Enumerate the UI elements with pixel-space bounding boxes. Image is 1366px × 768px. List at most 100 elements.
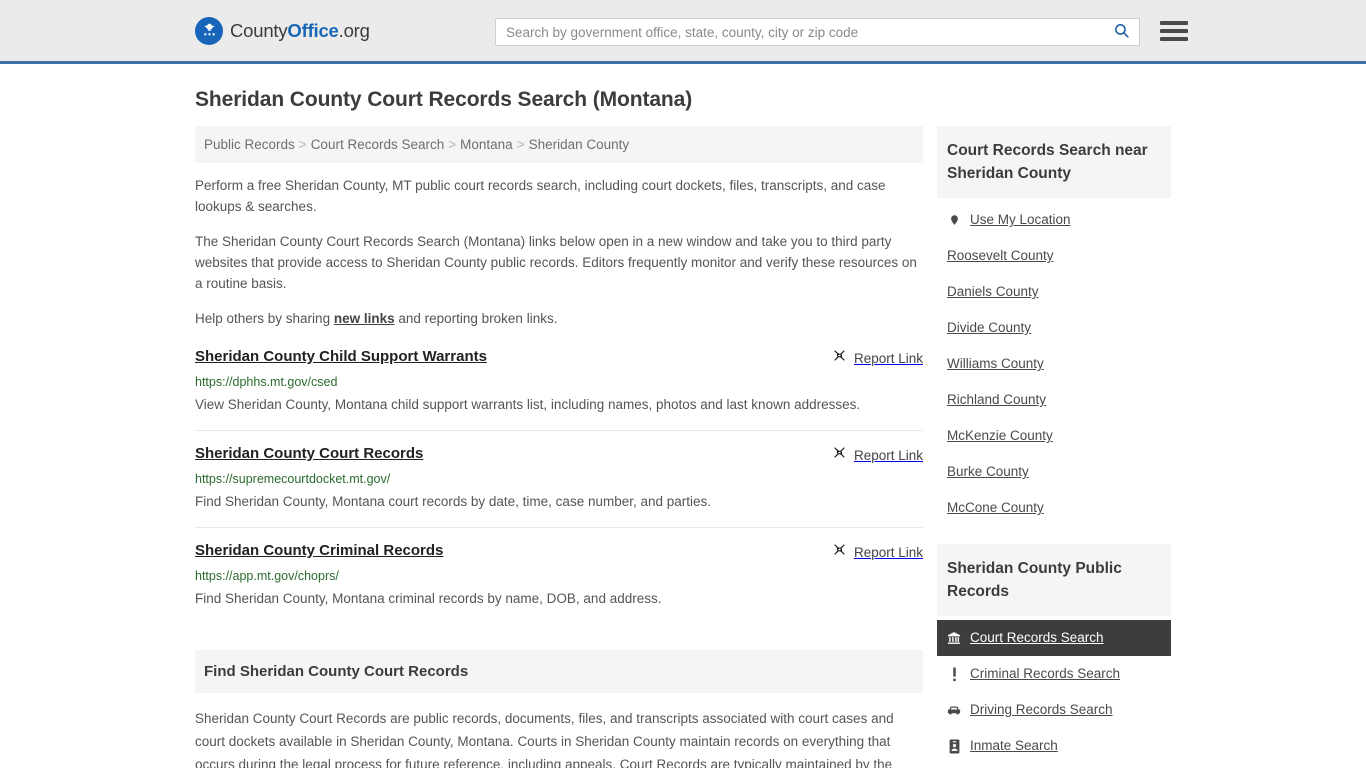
result-description: View Sheridan County, Montana child supp… <box>195 397 861 412</box>
search-icon <box>1113 22 1130 42</box>
public-records-list: Court Records Search Criminal Records Se… <box>937 616 1171 768</box>
intro-paragraph-3: Help others by sharing new links and rep… <box>195 308 923 329</box>
nearby-searches-heading: Court Records Search near Sheridan Count… <box>937 126 1171 198</box>
intro-paragraph-3-before: Help others by sharing <box>195 311 334 326</box>
result-item: Sheridan County Child Support Warrants R… <box>195 347 923 431</box>
sidebar: Court Records Search near Sheridan Count… <box>937 126 1171 768</box>
result-header: Sheridan County Child Support Warrants R… <box>195 347 923 368</box>
sidebar-item-label: Inmate Search <box>970 738 1058 753</box>
report-link-button[interactable]: Report Link <box>832 347 923 368</box>
result-url[interactable]: https://dphhs.mt.gov/csed <box>195 375 923 390</box>
site-logo-text: CountyOffice.org <box>230 20 370 42</box>
sidebar-item-label: McKenzie County <box>947 428 1053 443</box>
search-input[interactable] <box>496 19 1103 45</box>
menu-bar-1 <box>1160 21 1188 25</box>
breadcrumb-item-montana[interactable]: Montana <box>460 137 513 152</box>
sidebar-item-driving-records-search[interactable]: Driving Records Search <box>937 692 1171 728</box>
new-links-link[interactable]: new links <box>334 311 395 326</box>
result-url[interactable]: https://supremecourtdocket.mt.gov/ <box>195 472 923 487</box>
broken-link-icon <box>832 445 847 465</box>
result-title-link[interactable]: Sheridan County Court Records <box>195 444 423 463</box>
sidebar-item-label: Driving Records Search <box>970 702 1113 717</box>
public-records-heading: Sheridan County Public Records <box>937 544 1171 616</box>
sidebar-item-inmate-search[interactable]: Inmate Search <box>937 728 1171 764</box>
report-link-label: Report Link <box>853 447 923 463</box>
sidebar-item-richland-county[interactable]: Richland County <box>937 382 1171 418</box>
sidebar-item-criminal-records-search[interactable]: Criminal Records Search <box>937 656 1171 692</box>
result-url[interactable]: https://app.mt.gov/choprs/ <box>195 569 923 584</box>
sidebar-item-label: Burke County <box>947 464 1029 479</box>
main-column: Public Records > Court Records Search > Mont… <box>195 126 923 768</box>
intro-paragraph-2: The Sheridan County Court Records Search… <box>195 234 917 291</box>
car-icon <box>947 705 961 716</box>
site-header: CountyOffice.org <box>0 0 1366 64</box>
result-description: Find Sheridan County, Montana criminal r… <box>195 591 662 606</box>
id-badge-icon <box>947 739 961 754</box>
site-logo[interactable]: CountyOffice.org <box>195 16 370 45</box>
report-link-label: Report Link <box>853 544 923 560</box>
page-container: Sheridan County Court Records Search (Mo… <box>0 88 1366 768</box>
sidebar-item-mckenzie-county[interactable]: McKenzie County <box>937 418 1171 454</box>
breadcrumb-separator: > <box>448 137 457 152</box>
courthouse-icon <box>947 631 961 645</box>
result-item: Sheridan County Criminal Records Report … <box>195 541 923 624</box>
breadcrumb: Public Records > Court Records Search > Mont… <box>195 126 923 163</box>
intro-text: Perform a free Sheridan County, MT publi… <box>195 175 923 329</box>
sidebar-item-label: Use My Location <box>970 212 1071 227</box>
public-records-box: Sheridan County Public Records Court Rec… <box>937 544 1171 768</box>
report-link-button[interactable]: Report Link <box>832 541 923 562</box>
sidebar-item-label: Divide County <box>947 320 1032 335</box>
logo-text-org: .org <box>338 19 370 41</box>
intro-paragraph-1: Perform a free Sheridan County, MT publi… <box>195 178 886 214</box>
breadcrumb-separator: > <box>298 137 307 152</box>
result-title-link[interactable]: Sheridan County Criminal Records <box>195 541 443 560</box>
sidebar-item-label: Criminal Records Search <box>970 666 1121 681</box>
results-list: Sheridan County Child Support Warrants R… <box>195 347 923 624</box>
sidebar-item-label: Court Records Search <box>970 630 1104 645</box>
menu-bar-3 <box>1160 37 1188 41</box>
sidebar-item-divide-county[interactable]: Divide County <box>937 310 1171 346</box>
menu-bar-2 <box>1160 29 1188 33</box>
sidebar-item-label: Richland County <box>947 392 1047 407</box>
eagle-emblem-icon <box>195 16 223 45</box>
sidebar-item-label: Daniels County <box>947 284 1039 299</box>
result-description: Find Sheridan County, Montana court reco… <box>195 494 712 509</box>
report-link-button[interactable]: Report Link <box>832 444 923 465</box>
search-button[interactable] <box>1103 19 1139 45</box>
sidebar-item-label: McCone County <box>947 500 1044 515</box>
broken-link-icon <box>832 348 847 368</box>
sidebar-item-daniels-county[interactable]: Daniels County <box>937 274 1171 310</box>
result-header: Sheridan County Criminal Records Report … <box>195 541 923 562</box>
logo-text-office: Office <box>287 19 339 41</box>
logo-text-county: County <box>230 19 288 41</box>
breadcrumb-item-public-records[interactable]: Public Records <box>204 137 295 152</box>
find-records-heading: Find Sheridan County Court Records <box>195 650 923 693</box>
sidebar-item-burke-county[interactable]: Burke County <box>937 454 1171 490</box>
sidebar-item-mccone-county[interactable]: McCone County <box>937 490 1171 526</box>
result-item: Sheridan County Court Records Report Lin… <box>195 444 923 528</box>
hamburger-menu-icon[interactable] <box>1160 18 1188 44</box>
location-pin-icon <box>947 213 961 227</box>
report-link-label: Report Link <box>853 350 923 366</box>
content-row: Public Records > Court Records Search > Mont… <box>195 126 1171 768</box>
sidebar-item-label: Williams County <box>947 356 1044 371</box>
sidebar-item-court-records-search[interactable]: Court Records Search <box>937 620 1171 656</box>
result-header: Sheridan County Court Records Report Lin… <box>195 444 923 465</box>
sidebar-item-williams-county[interactable]: Williams County <box>937 346 1171 382</box>
search-bar <box>495 18 1140 46</box>
nearby-searches-list: Use My Location Roosevelt County Daniels… <box>937 198 1171 526</box>
sidebar-item-label: Roosevelt County <box>947 248 1054 263</box>
breadcrumb-item-sheridan-county[interactable]: Sheridan County <box>529 137 630 152</box>
sidebar-item-jail-records-search[interactable]: Jail Records Search <box>937 764 1171 768</box>
breadcrumb-item-court-records-search[interactable]: Court Records Search <box>311 137 445 152</box>
sidebar-item-use-my-location[interactable]: Use My Location <box>937 202 1171 238</box>
find-records-section: Find Sheridan County Court Records Sheri… <box>195 650 923 768</box>
intro-paragraph-3-after: and reporting broken links. <box>394 311 558 326</box>
breadcrumb-separator: > <box>516 137 525 152</box>
nearby-searches-box: Court Records Search near Sheridan Count… <box>937 126 1171 526</box>
sidebar-item-roosevelt-county[interactable]: Roosevelt County <box>937 238 1171 274</box>
result-title-link[interactable]: Sheridan County Child Support Warrants <box>195 347 487 366</box>
exclamation-icon <box>947 667 961 682</box>
broken-link-icon <box>832 542 847 562</box>
page-title: Sheridan County Court Records Search (Mo… <box>195 88 693 111</box>
